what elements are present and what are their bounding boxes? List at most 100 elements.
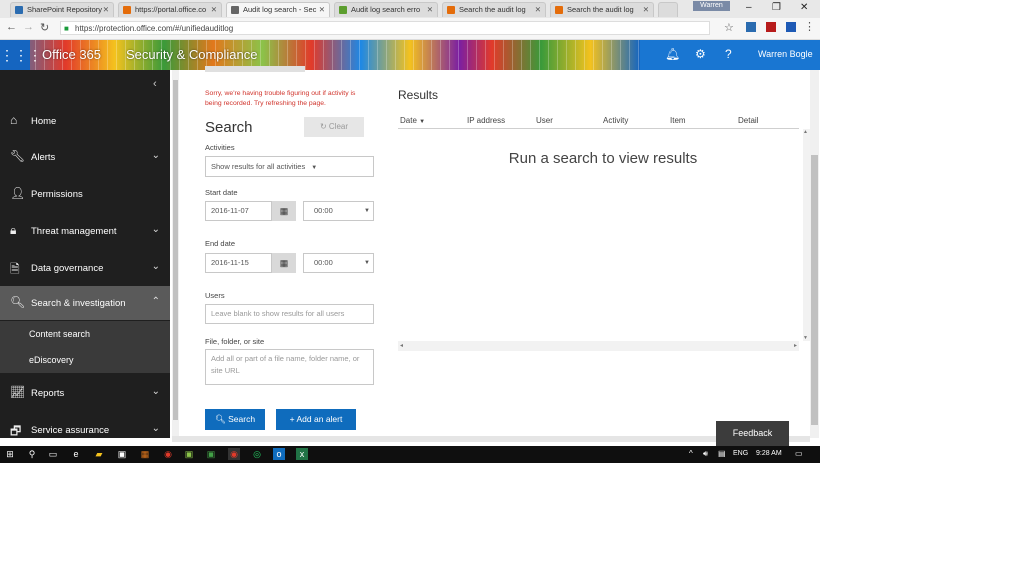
users-input[interactable]: Leave blank to show results for all user… [205, 304, 374, 324]
restore-icon[interactable]: ❐ [772, 2, 781, 13]
app-icon[interactable]: ▣ [205, 448, 217, 460]
product-name[interactable]: Office 365 [42, 47, 101, 62]
menu-icon[interactable]: ⋮ [804, 20, 815, 33]
chrome-icon[interactable]: ◉ [162, 448, 174, 460]
extension-icon[interactable] [786, 22, 796, 32]
chevron-up-icon[interactable]: ⌃ [152, 296, 160, 307]
help-icon[interactable]: ? [725, 47, 732, 61]
chevron-down-icon[interactable]: ⌄ [152, 386, 160, 397]
reload-icon[interactable]: ↻ [40, 21, 49, 34]
gear-icon[interactable]: ⚙ [695, 47, 706, 61]
calendar-icon[interactable]: ▦ [272, 201, 296, 221]
browser-tab-active[interactable]: Audit log search - Sec ✕ [226, 2, 330, 17]
clear-button[interactable]: ↻ Clear [304, 117, 364, 137]
star-icon[interactable]: ☆ [724, 21, 734, 34]
left-scrollbar[interactable] [172, 70, 179, 438]
notifications-icon[interactable]: ▭ [795, 449, 803, 458]
edge-icon[interactable]: e [70, 448, 82, 460]
chevron-down-icon[interactable]: ⌄ [152, 150, 160, 161]
sidebar-item-service-assurance[interactable]: 🗗︎ Service assurance ⌄ [0, 413, 170, 447]
horizontal-scrollbar[interactable] [172, 436, 810, 442]
store-icon[interactable]: ▣ [116, 448, 128, 460]
url-field[interactable]: ■ https://protection.office.com/#/unifie… [60, 21, 710, 35]
network-icon[interactable]: ▤ [718, 449, 726, 458]
windows-start-icon[interactable]: ⊞ [4, 448, 16, 460]
sidebar-item-home[interactable]: ⌂ Home [0, 104, 170, 138]
forward-icon[interactable]: → [23, 21, 34, 33]
sidebar-item-threat-management[interactable]: 🔒︎ Threat management ⌄ [0, 214, 170, 248]
app-launcher-icon[interactable]: ⋮⋮⋮ [0, 40, 42, 70]
calendar-icon[interactable]: ▦ [272, 253, 296, 273]
column-header-ip-address[interactable]: IP address [467, 116, 505, 125]
chevron-down-icon[interactable]: ⌄ [152, 224, 160, 235]
chrome-active-icon[interactable]: ◉ [228, 448, 240, 460]
activities-dropdown[interactable]: Show results for all activities ▼ [205, 156, 374, 177]
clock[interactable]: 9:28 AM [756, 450, 782, 457]
scroll-thumb[interactable] [811, 155, 818, 425]
browser-tab[interactable]: https://portal.office.co ✕ [118, 2, 222, 17]
column-header-user[interactable]: User [536, 116, 553, 125]
show-hidden-icons-icon[interactable]: ^ [689, 449, 693, 458]
language-indicator[interactable]: ENG [733, 450, 748, 457]
tab-close-icon[interactable]: ✕ [535, 3, 541, 17]
end-time-select[interactable]: 00:00 ▼ [303, 253, 374, 273]
scroll-up-icon[interactable]: ▲ [803, 129, 808, 135]
browser-tab[interactable]: Search the audit log ✕ [442, 2, 546, 17]
profile-badge[interactable]: Warren [693, 1, 730, 11]
sidebar-item-reports[interactable]: 📈︎ Reports ⌄ [0, 376, 170, 410]
file-folder-site-input[interactable]: Add all or part of a file name, folder n… [205, 349, 374, 385]
sidebar-item-alerts[interactable]: 🔧︎ Alerts ⌄ [0, 140, 170, 174]
tab-close-icon[interactable]: ✕ [319, 3, 325, 17]
column-header-detail[interactable]: Detail [738, 116, 758, 125]
tab-close-icon[interactable]: ✕ [643, 3, 649, 17]
start-date-input[interactable]: 2016-11-07 [205, 201, 272, 221]
tab-close-icon[interactable]: ✕ [427, 3, 433, 17]
app-name[interactable]: Security & Compliance [126, 47, 258, 62]
browser-tab[interactable]: SharePoint Repository ✕ [10, 2, 114, 17]
file-explorer-icon[interactable]: ▰ [93, 448, 105, 460]
back-icon[interactable]: ← [6, 21, 17, 33]
sidebar-item-permissions[interactable]: 👤︎ Permissions [0, 177, 170, 211]
browser-tab[interactable]: Search the audit log ✕ [550, 2, 654, 17]
close-window-icon[interactable]: ✕ [800, 2, 808, 13]
whatsapp-icon[interactable]: ◎ [251, 448, 263, 460]
sidebar-subitem-content-search[interactable]: Content search [0, 321, 170, 347]
tab-close-icon[interactable]: ✕ [211, 3, 217, 17]
start-time-select[interactable]: 00:00 ▼ [303, 201, 374, 221]
column-header-date[interactable]: Date ▼ [400, 116, 425, 125]
app-icon[interactable]: ▦ [139, 448, 151, 460]
chevron-down-icon[interactable]: ⌄ [152, 423, 160, 434]
pdf-extension-icon[interactable] [766, 22, 776, 32]
sort-descending-icon[interactable]: ▼ [419, 119, 425, 125]
results-hscrollbar[interactable]: ◂ ▸ [398, 341, 799, 351]
sidebar-item-search-investigation[interactable]: 🔍︎ Search & investigation ⌃ [0, 286, 170, 320]
scroll-thumb[interactable] [173, 80, 178, 420]
new-tab-button[interactable] [658, 2, 678, 17]
minimize-icon[interactable]: – [746, 2, 752, 13]
collapse-chevron-icon[interactable]: ‹ [153, 78, 157, 90]
user-name[interactable]: Warren Bogle [758, 49, 813, 59]
column-header-item[interactable]: Item [670, 116, 686, 125]
excel-icon[interactable]: x [296, 448, 308, 460]
volume-icon[interactable]: 🔊︎ [703, 449, 708, 459]
scroll-right-icon[interactable]: ▸ [794, 342, 797, 349]
scroll-down-icon[interactable]: ▼ [803, 335, 808, 341]
search-button[interactable]: 🔍︎ Search [205, 409, 265, 430]
task-view-icon[interactable]: ▭ [47, 448, 59, 460]
sidebar-subitem-ediscovery[interactable]: eDiscovery [0, 347, 170, 373]
feedback-button[interactable]: Feedback [716, 421, 789, 446]
outlook-icon[interactable]: o [273, 448, 285, 460]
right-scrollbar[interactable] [810, 70, 819, 438]
scroll-left-icon[interactable]: ◂ [400, 342, 403, 349]
column-header-activity[interactable]: Activity [603, 116, 628, 125]
app-icon[interactable]: ▣ [183, 448, 195, 460]
bell-icon[interactable]: 🔔︎ [665, 47, 680, 61]
end-date-input[interactable]: 2016-11-15 [205, 253, 272, 273]
chevron-down-icon[interactable]: ⌄ [152, 261, 160, 272]
sidebar-item-data-governance[interactable]: 🗎︎ Data governance ⌄ [0, 251, 170, 285]
extension-icon[interactable] [746, 22, 756, 32]
tab-close-icon[interactable]: ✕ [103, 3, 109, 17]
browser-tab[interactable]: Audit log search erro ✕ [334, 2, 438, 17]
add-alert-button[interactable]: + Add an alert [276, 409, 356, 430]
search-icon[interactable]: ⚲ [26, 448, 38, 460]
